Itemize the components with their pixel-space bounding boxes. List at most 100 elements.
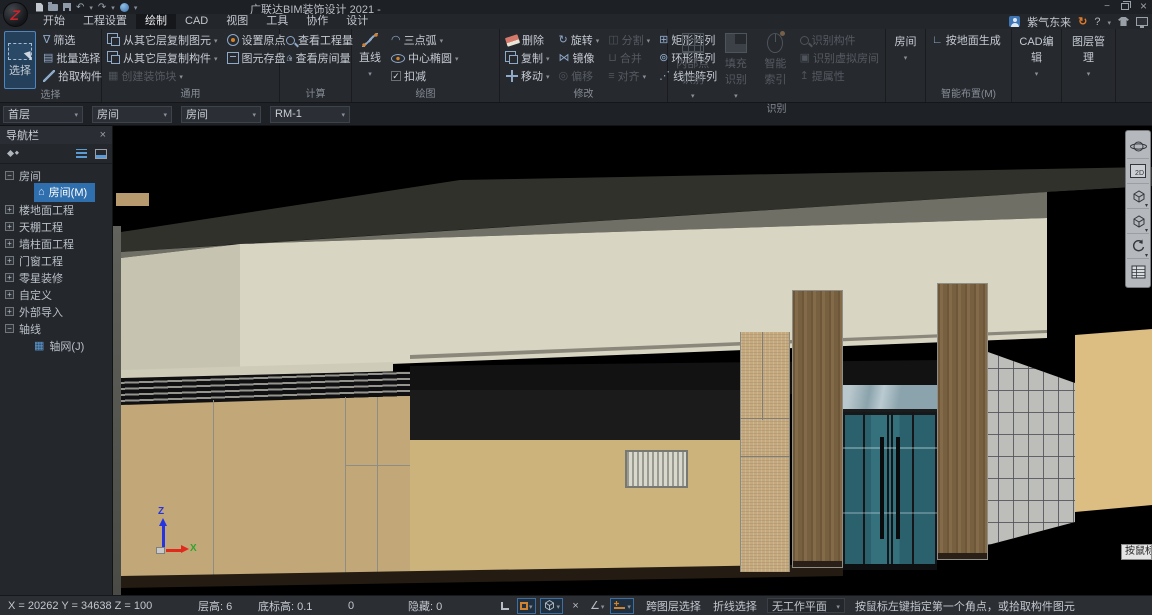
category-select[interactable]: 房间 xyxy=(92,106,172,123)
chevron-down-icon[interactable] xyxy=(627,600,631,612)
filter-button[interactable]: 筛选 xyxy=(41,31,104,48)
line-button[interactable]: 直线 xyxy=(356,31,384,81)
sync-icon[interactable] xyxy=(1078,15,1087,28)
tab-design[interactable]: 设计 xyxy=(337,14,377,29)
recognize-room-button[interactable]: 识别虚拟房间 xyxy=(798,49,881,66)
get-properties-button[interactable]: 提属性 xyxy=(798,67,881,84)
move-button[interactable]: 移动 xyxy=(504,67,552,84)
chevron-down-icon[interactable] xyxy=(455,52,459,64)
tree-item-external-import[interactable]: 外部导入 xyxy=(0,303,112,320)
chevron-down-icon[interactable] xyxy=(1087,67,1091,79)
cross-layer-select-button[interactable]: 跨图层选择 xyxy=(646,598,701,614)
minimize-button[interactable] xyxy=(1104,2,1110,12)
work-plane-select[interactable]: 无工作平面 xyxy=(767,598,845,613)
open-file-icon[interactable] xyxy=(48,4,58,11)
recognize-component-button[interactable]: 识别构件 xyxy=(798,31,881,48)
tree-item-room-m[interactable]: 房间(M) xyxy=(0,184,112,201)
copy-button[interactable]: 复制 xyxy=(504,49,552,66)
chevron-down-icon[interactable] xyxy=(440,34,444,46)
view-room-quantities-button[interactable]: 查看房间量 xyxy=(284,49,355,66)
cloud-sync-icon[interactable] xyxy=(120,3,129,12)
angle-toggle[interactable] xyxy=(588,598,606,614)
tree-item-axis[interactable]: 轴线 xyxy=(0,320,112,337)
batch-select-button[interactable]: 批量选择 xyxy=(41,49,104,66)
copy-elements-button[interactable]: 从其它层复制图元 xyxy=(106,31,220,48)
expand-icon[interactable] xyxy=(5,290,14,299)
view-2d-button[interactable]: 2D xyxy=(1127,159,1149,184)
inner-point-recognize-button[interactable]: 内部点识别 xyxy=(672,31,714,103)
chevron-down-icon[interactable] xyxy=(596,34,600,46)
tree-item-custom[interactable]: 自定义 xyxy=(0,286,112,303)
split-button[interactable]: 分割 xyxy=(606,31,652,48)
expand-icon[interactable] xyxy=(5,273,14,282)
chevron-down-icon[interactable] xyxy=(546,70,550,82)
tab-draw[interactable]: 绘制 xyxy=(136,14,176,29)
orbit-button[interactable] xyxy=(1127,134,1149,159)
tree-item-ceiling-works[interactable]: 天棚工程 xyxy=(0,218,112,235)
intersection-toggle[interactable] xyxy=(567,598,584,614)
undo-dropdown-icon[interactable] xyxy=(89,1,93,13)
copy-components-button[interactable]: 从其它层复制构件 xyxy=(106,49,220,66)
new-document-icon[interactable] xyxy=(36,3,43,12)
expand-icon[interactable] xyxy=(5,205,14,214)
chevron-down-icon[interactable] xyxy=(529,600,533,612)
tab-view[interactable]: 视图 xyxy=(217,14,257,29)
restore-button[interactable] xyxy=(1121,3,1129,10)
offset-button[interactable]: 偏移 xyxy=(557,67,602,84)
cad-edit-button[interactable]: CAD编辑 xyxy=(1016,31,1057,81)
checkbox-checked-icon[interactable] xyxy=(391,71,401,81)
redo-icon[interactable] xyxy=(98,1,106,13)
tree-item-room[interactable]: 房间 xyxy=(0,167,112,184)
center-ellipse-button[interactable]: 中心椭圆 xyxy=(389,49,461,66)
tree-item-floor-works[interactable]: 楼地面工程 xyxy=(0,201,112,218)
chevron-down-icon[interactable] xyxy=(1145,202,1148,209)
pick-component-button[interactable]: 拾取构件 xyxy=(41,67,104,84)
chevron-down-icon[interactable] xyxy=(368,67,372,79)
polyline-select-button[interactable]: 折线选择 xyxy=(713,598,757,614)
collapse-icon[interactable] xyxy=(5,324,14,333)
qat-customize-icon[interactable] xyxy=(134,1,138,13)
user-name[interactable]: 紫气东来 xyxy=(1027,14,1071,30)
rotate-view-button[interactable] xyxy=(1127,234,1149,259)
help-dropdown-icon[interactable] xyxy=(1107,16,1111,28)
chevron-down-icon[interactable] xyxy=(1145,252,1148,259)
tab-tools[interactable]: 工具 xyxy=(257,14,297,29)
tree-item-axis-grid[interactable]: 轴网(J) xyxy=(0,337,112,354)
ortho-toggle[interactable] xyxy=(496,598,513,614)
chevron-down-icon[interactable] xyxy=(601,600,605,612)
deduct-checkbox[interactable]: 扣减 xyxy=(389,67,461,84)
undo-icon[interactable] xyxy=(76,1,84,13)
viewport-3d[interactable]: Z X 2D xyxy=(113,126,1152,595)
chevron-down-icon[interactable] xyxy=(214,34,218,46)
rotate-button[interactable]: 旋转 xyxy=(557,31,602,48)
theme-icon[interactable] xyxy=(1118,17,1129,26)
floor-select[interactable]: 首层 xyxy=(3,106,83,123)
snap-toggle[interactable] xyxy=(517,598,536,614)
fill-recognize-button[interactable]: 填充识别 xyxy=(719,31,753,103)
mirror-button[interactable]: 镜像 xyxy=(557,49,602,66)
component-name-select[interactable]: RM-1 xyxy=(270,106,350,123)
view-quantities-button[interactable]: 查看工程量 xyxy=(284,31,355,48)
save-icon[interactable] xyxy=(63,3,71,11)
view-cube-button[interactable] xyxy=(1127,184,1149,209)
view-cube-alt-button[interactable] xyxy=(1127,209,1149,234)
extend-line-toggle[interactable] xyxy=(610,598,634,614)
chevron-down-icon[interactable] xyxy=(557,600,561,612)
chevron-down-icon[interactable] xyxy=(904,51,908,63)
user-avatar[interactable] xyxy=(1009,16,1020,27)
tree-item-door-window-works[interactable]: 门窗工程 xyxy=(0,252,112,269)
panel-view-icon[interactable] xyxy=(95,149,107,159)
sidebar-close-icon[interactable] xyxy=(100,129,106,141)
expand-icon[interactable] xyxy=(5,239,14,248)
app-logo-icon[interactable]: Z xyxy=(3,2,28,27)
3d-snap-toggle[interactable] xyxy=(540,598,564,614)
chevron-down-icon[interactable] xyxy=(546,52,550,64)
collapse-icon[interactable] xyxy=(5,171,14,180)
expand-icon[interactable] xyxy=(5,256,14,265)
selected-tree-item[interactable]: 房间(M) xyxy=(34,183,95,202)
tab-collaborate[interactable]: 协作 xyxy=(297,14,337,29)
list-view-icon[interactable] xyxy=(76,149,87,158)
schedule-button[interactable] xyxy=(1127,259,1149,284)
element-select[interactable]: 房间 xyxy=(181,106,261,123)
tab-project-settings[interactable]: 工程设置 xyxy=(74,14,136,29)
